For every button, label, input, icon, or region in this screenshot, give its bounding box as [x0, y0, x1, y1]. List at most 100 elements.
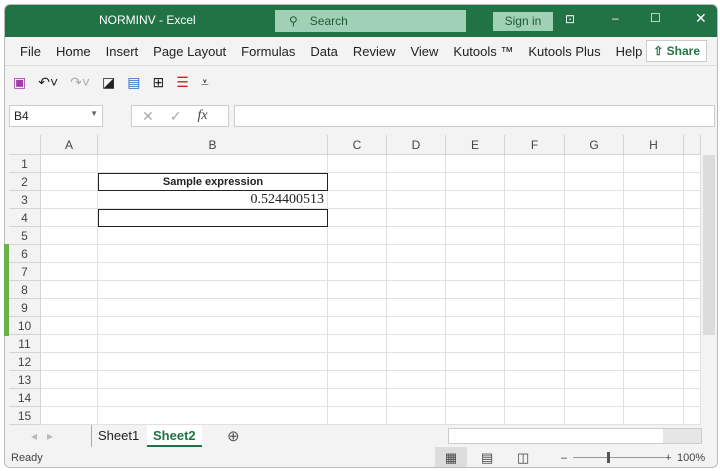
cell-b9[interactable] — [98, 299, 328, 317]
cell-c14[interactable] — [328, 389, 387, 407]
cell-e13[interactable] — [446, 371, 505, 389]
cell-c15[interactable] — [328, 407, 387, 425]
cell-d1[interactable] — [387, 155, 446, 173]
enter-icon[interactable]: ✓ — [170, 108, 182, 124]
cell-f11[interactable] — [505, 335, 565, 353]
tab-file[interactable]: File — [20, 44, 41, 59]
cell-a11[interactable] — [41, 335, 98, 353]
cell-h13[interactable] — [624, 371, 684, 389]
cell-e1[interactable] — [446, 155, 505, 173]
cell-a3[interactable] — [41, 191, 98, 209]
spreadsheet-grid[interactable]: A B C D E F G H 1 2 Sample expression 3 0.524400513 4… — [9, 135, 701, 425]
cell-d15[interactable] — [387, 407, 446, 425]
cell-f14[interactable] — [505, 389, 565, 407]
workbook-icon[interactable]: ▤ — [127, 74, 140, 91]
cell-c6[interactable] — [328, 245, 387, 263]
cell-c5[interactable] — [328, 227, 387, 245]
cell-c10[interactable] — [328, 317, 387, 335]
cell-i13[interactable] — [684, 371, 701, 389]
cell-h3[interactable] — [624, 191, 684, 209]
cell-d10[interactable] — [387, 317, 446, 335]
maximize-button[interactable]: ☐ — [650, 11, 661, 25]
cell-d2[interactable] — [387, 173, 446, 191]
zoom-slider-thumb[interactable] — [607, 452, 610, 463]
cell-i15[interactable] — [684, 407, 701, 425]
cell-i1[interactable] — [684, 155, 701, 173]
cell-g9[interactable] — [565, 299, 624, 317]
cell-a14[interactable] — [41, 389, 98, 407]
cell-b5[interactable] — [98, 227, 328, 245]
row-header[interactable]: 13 — [9, 371, 41, 389]
row-header[interactable]: 6 — [9, 245, 41, 263]
cell-a8[interactable] — [41, 281, 98, 299]
cell-c1[interactable] — [328, 155, 387, 173]
row-header[interactable]: 9 — [9, 299, 41, 317]
cell-i4[interactable] — [684, 209, 701, 227]
zoom-in-button[interactable]: + — [665, 452, 671, 464]
save-icon[interactable]: ▣ — [13, 74, 26, 91]
column-header[interactable]: G — [565, 135, 624, 155]
cell-b7[interactable] — [98, 263, 328, 281]
cell-g3[interactable] — [565, 191, 624, 209]
cell-d5[interactable] — [387, 227, 446, 245]
tab-kutools-plus[interactable]: Kutools Plus — [528, 44, 600, 59]
cell-i8[interactable] — [684, 281, 701, 299]
close-button[interactable]: ✕ — [695, 10, 707, 27]
cell-b13[interactable] — [98, 371, 328, 389]
cell-d13[interactable] — [387, 371, 446, 389]
cell-i11[interactable] — [684, 335, 701, 353]
cell-f5[interactable] — [505, 227, 565, 245]
zoom-slider[interactable] — [573, 457, 665, 458]
cell-i5[interactable] — [684, 227, 701, 245]
cell-h15[interactable] — [624, 407, 684, 425]
cell-g12[interactable] — [565, 353, 624, 371]
column-header[interactable]: F — [505, 135, 565, 155]
cell-i14[interactable] — [684, 389, 701, 407]
cell-d3[interactable] — [387, 191, 446, 209]
cell-g6[interactable] — [565, 245, 624, 263]
ruler-icon[interactable]: ◪ — [102, 74, 115, 91]
cell-i12[interactable] — [684, 353, 701, 371]
row-header[interactable]: 3 — [9, 191, 41, 209]
cell-d4[interactable] — [387, 209, 446, 227]
cell-c13[interactable] — [328, 371, 387, 389]
cell-h10[interactable] — [624, 317, 684, 335]
cell-i9[interactable] — [684, 299, 701, 317]
cell-c12[interactable] — [328, 353, 387, 371]
cell-g7[interactable] — [565, 263, 624, 281]
cell-e11[interactable] — [446, 335, 505, 353]
column-header[interactable]: C — [328, 135, 387, 155]
cell-a2[interactable] — [41, 173, 98, 191]
cell-e8[interactable] — [446, 281, 505, 299]
minimize-button[interactable]: – — [612, 11, 619, 25]
row-header[interactable]: 12 — [9, 353, 41, 371]
cell-f6[interactable] — [505, 245, 565, 263]
cell-g4[interactable] — [565, 209, 624, 227]
cell-d9[interactable] — [387, 299, 446, 317]
preview-icon[interactable]: ⊞ — [153, 74, 165, 91]
column-header[interactable] — [684, 135, 701, 155]
tab-data[interactable]: Data — [310, 44, 337, 59]
tab-help[interactable]: Help — [616, 44, 643, 59]
column-header[interactable]: A — [41, 135, 98, 155]
cell-h5[interactable] — [624, 227, 684, 245]
insert-function-icon[interactable]: fx — [197, 108, 207, 124]
tab-insert[interactable]: Insert — [106, 44, 139, 59]
cell-i6[interactable] — [684, 245, 701, 263]
column-header[interactable]: B — [98, 135, 328, 155]
customize-icon[interactable]: ⩡ — [201, 74, 209, 91]
cell-c8[interactable] — [328, 281, 387, 299]
share-button[interactable]: ⇧ Share — [646, 40, 707, 62]
cell-h1[interactable] — [624, 155, 684, 173]
search-box[interactable]: ⚲ Search — [275, 10, 466, 32]
tab-sheet2[interactable]: Sheet2 — [147, 425, 202, 447]
cell-b2[interactable]: Sample expression — [98, 173, 328, 191]
cell-b4[interactable] — [98, 209, 328, 227]
cell-b1[interactable] — [98, 155, 328, 173]
cell-f10[interactable] — [505, 317, 565, 335]
tab-sheet1[interactable]: Sheet1 — [91, 425, 145, 447]
cell-a1[interactable] — [41, 155, 98, 173]
cell-c9[interactable] — [328, 299, 387, 317]
cell-f7[interactable] — [505, 263, 565, 281]
cell-d7[interactable] — [387, 263, 446, 281]
